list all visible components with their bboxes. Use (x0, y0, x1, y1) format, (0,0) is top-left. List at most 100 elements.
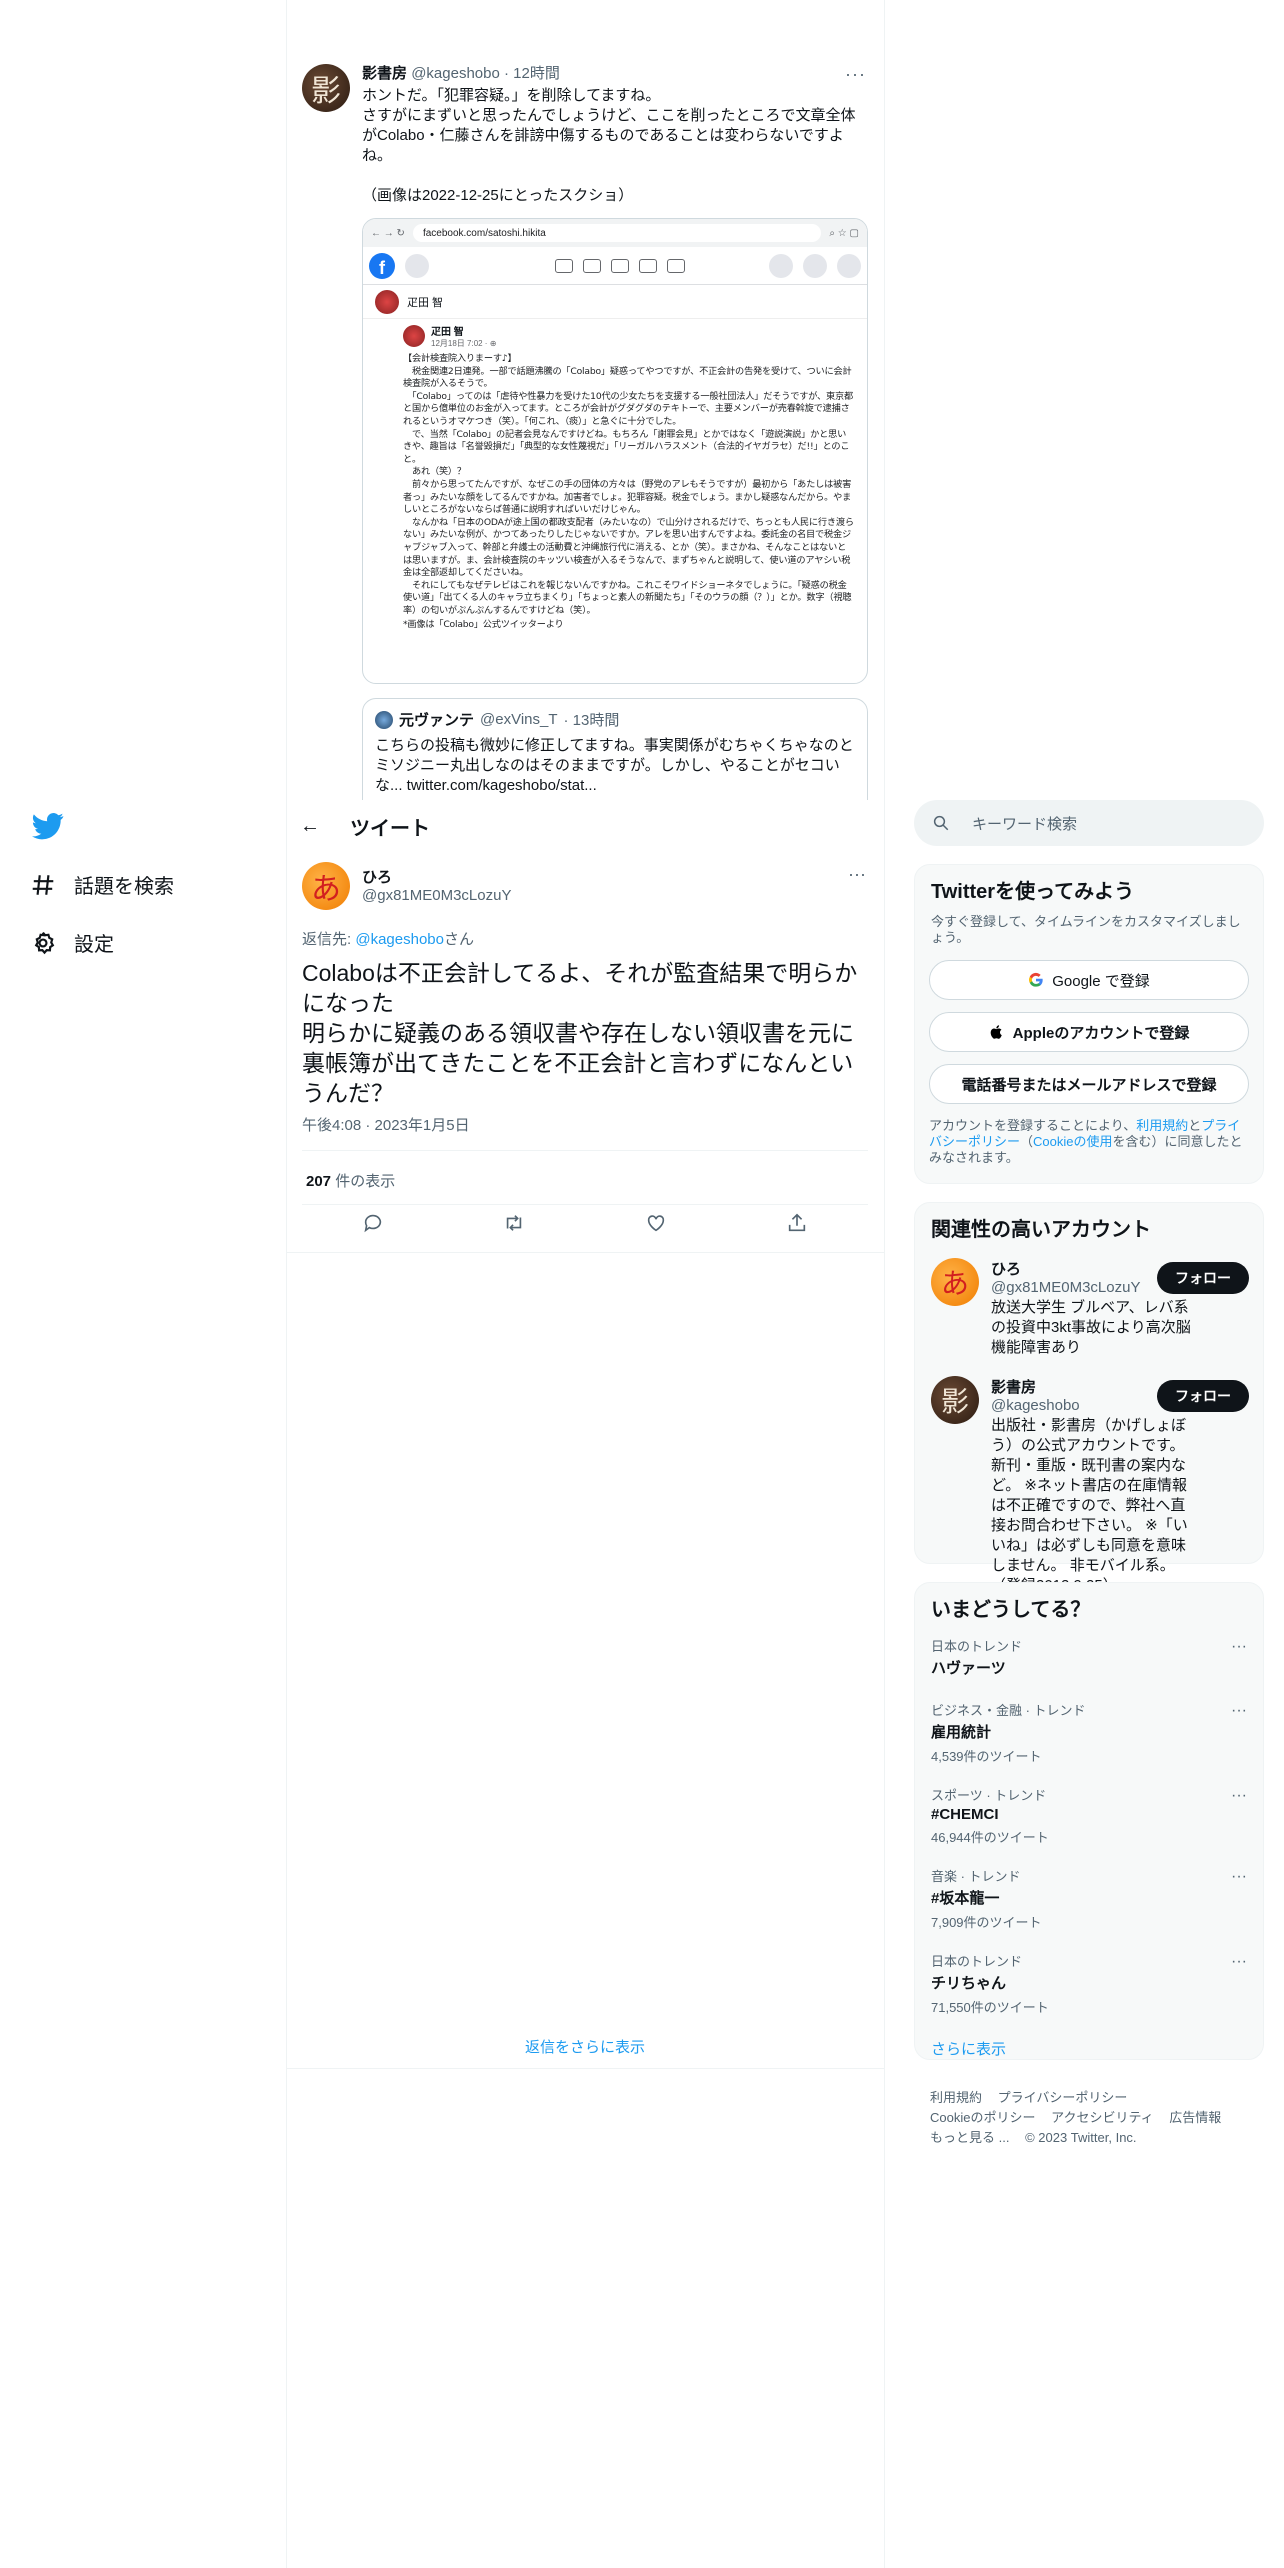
footer-ads-link[interactable]: 広告情報 (1169, 2110, 1221, 2125)
reply-icon[interactable] (362, 1212, 384, 1234)
related-account[interactable]: あ ひろ @gx81ME0M3cLozuY 放送大学生 ブルベア、レバ系の投資中… (915, 1258, 1263, 1358)
avatar (403, 325, 425, 347)
tweet-time[interactable]: · 12時間 (504, 65, 560, 82)
nav-explore[interactable]: 話題を検索 (30, 870, 174, 899)
avatar-char: 影 (940, 1385, 969, 1418)
trend-name: チリちゃん (931, 1975, 1007, 1992)
hashtag-icon (32, 874, 54, 895)
watch-icon (611, 258, 630, 273)
tos-paren: （ (1020, 1134, 1034, 1149)
footer-accessibility-link[interactable]: アクセシビリティ (1051, 2110, 1154, 2125)
phone-email-signup-label: 電話番号またはメールアドレスで登録 (961, 1076, 1217, 1094)
column-divider-right (884, 0, 885, 2568)
nav-explore-label: 話題を検索 (74, 876, 174, 898)
plus-icon (769, 253, 793, 278)
tweet-timestamp[interactable]: 午後4:08 · 2023年1月5日 (302, 1114, 470, 1135)
post-date: 12月18日 7:02 · ⊕ (431, 339, 497, 348)
google-signup-label: Google で登録 (1052, 972, 1150, 990)
tweet-text: ホントだ。「犯罪容疑。」を削除してますね。 さすがにまずいと思ったんでしょうけど… (362, 87, 856, 204)
gear-icon (34, 931, 55, 954)
related-account[interactable]: 影 影書房 @kageshobo 出版社・影書房（かげしょぼう）の公式アカウント… (915, 1376, 1263, 1596)
tweet-text: Colaboは不正会計してるよ、それが監査結果で明らかになった 明らかに疑義のあ… (302, 960, 858, 1106)
avatar-char: 影 (311, 74, 341, 109)
more-options-icon[interactable]: ··· (1231, 1868, 1247, 1886)
terms-link[interactable]: 利用規約 (1136, 1118, 1188, 1133)
related-accounts-card: 関連性の高いアカウント あ ひろ @gx81ME0M3cLozuY 放送大学生 … (914, 1202, 1264, 1594)
trend-item[interactable]: スポーツ · トレンド #CHEMCI 46,944件のツイート ··· (915, 1785, 1263, 1846)
avatar[interactable]: 影 (302, 64, 350, 112)
footer-privacy-link[interactable]: プライバシーポリシー (998, 2090, 1128, 2105)
profile-header: 疋田 智 (363, 285, 867, 319)
google-icon (1029, 972, 1043, 987)
show-more-trends-link[interactable]: さらに表示 (915, 2038, 1263, 2059)
follow-button[interactable]: フォロー (1157, 1380, 1249, 1412)
tweet-author-handle[interactable]: @kageshobo (411, 65, 500, 82)
browser-toolbar-icons: ⌕ ☆ ▢ (829, 227, 859, 239)
more-options-icon[interactable]: ··· (1231, 1953, 1247, 1971)
show-more-replies-link[interactable]: 返信をさらに表示 (286, 2036, 884, 2057)
avatar[interactable]: あ (302, 862, 350, 910)
trend-item[interactable]: 日本のトレンド ハヴァーツ ··· (915, 1636, 1263, 1678)
tweet-actions (302, 1212, 868, 1234)
tweet-author-name[interactable]: 影書房 (362, 65, 407, 82)
back-arrow-icon[interactable]: ← (300, 815, 320, 838)
more-options-icon[interactable]: ··· (1231, 1787, 1247, 1805)
more-options-icon[interactable]: ··· (1231, 1702, 1247, 1720)
search-input[interactable]: キーワード検索 (972, 813, 1077, 834)
related-title: 関連性の高いアカウント (931, 1219, 1151, 1241)
apple-signup-button[interactable]: Appleのアカウントで登録 (929, 1012, 1249, 1052)
trend-name: 雇用統計 (931, 1724, 992, 1741)
views-count: 207 (306, 1173, 332, 1190)
avatar-char: あ (940, 1268, 969, 1299)
phone-email-signup-button[interactable]: 電話番号またはメールアドレスで登録 (929, 1064, 1249, 1104)
author-handle[interactable]: @gx81ME0M3cLozuY (362, 887, 511, 904)
parent-tweet[interactable]: 影 ··· 影書房 @kageshobo · 12時間 ホントだ。「犯罪容疑。」… (286, 0, 884, 800)
share-icon[interactable] (786, 1212, 808, 1234)
footer-more-link[interactable]: もっと見る ... (930, 2130, 1009, 2145)
post-author: 疋田 智 (431, 327, 464, 338)
google-signup-button[interactable]: Google で登録 (929, 960, 1249, 1000)
author-name[interactable]: ひろ (362, 866, 511, 887)
follow-button[interactable]: フォロー (1157, 1262, 1249, 1294)
terms-notice: アカウントを登録することにより、利用規約とプライバシーポリシー（Cookieの使… (915, 1118, 1263, 1166)
more-options-icon[interactable]: ··· (848, 864, 866, 885)
quoted-text: こちらの投稿も微妙に修正してますね。事実関係がむちゃくちゃなのとミソジニー丸出し… (375, 737, 854, 794)
tweet-author[interactable]: あ ひろ @gx81ME0M3cLozuY (302, 862, 511, 910)
page-title: ツイート (350, 817, 430, 840)
menu-icon (667, 258, 686, 273)
more-options-icon[interactable]: ··· (1231, 1638, 1247, 1656)
retweet-icon[interactable] (503, 1212, 525, 1234)
twitter-logo-icon[interactable] (32, 810, 64, 842)
trend-item[interactable]: 音楽 · トレンド #坂本龍一 7,909件のツイート ··· (915, 1866, 1263, 1931)
marketplace-icon (639, 258, 658, 273)
facebook-post: 疋田 智 12月18日 7:02 · ⊕ 【会計検査院入りまーす♪】 税金関連2… (403, 323, 855, 632)
reply-prefix: 返信先: (302, 931, 356, 948)
trends-card: いまどうしてる？ 日本のトレンド ハヴァーツ ··· ビジネス・金融 · トレン… (914, 1582, 1264, 2060)
avatar[interactable]: あ (931, 1258, 979, 1306)
nav-settings[interactable]: 設定 (30, 928, 114, 957)
profile-owner-name: 疋田 智 (407, 296, 444, 309)
search-bar[interactable]: キーワード検索 (914, 800, 1264, 846)
trend-item[interactable]: ビジネス・金融 · トレンド 雇用統計 4,539件のツイート ··· (915, 1700, 1263, 1765)
tweet-image[interactable]: ← → ↻ facebook.com/satoshi.hikita ⌕ ☆ ▢ … (362, 218, 868, 684)
quoted-time: · 13時間 (563, 712, 620, 729)
tos-and: と (1188, 1118, 1202, 1133)
account-bio: 出版社・影書房（かげしょぼう）の公式アカウントです。新刊・重版・既刊書の案内など… (991, 1417, 1188, 1594)
reply-handle-link[interactable]: @kageshobo (355, 931, 444, 948)
browser-bar: ← → ↻ facebook.com/satoshi.hikita ⌕ ☆ ▢ (363, 219, 867, 247)
trend-item[interactable]: 日本のトレンド チリちゃん 71,550件のツイート ··· (915, 1951, 1263, 2016)
like-icon[interactable] (645, 1212, 667, 1234)
footer-terms-link[interactable]: 利用規約 (930, 2090, 982, 2105)
account-bio: 放送大学生 ブルベア、レバ系の投資中3kt事故により高次脳機能障害あり (991, 1299, 1191, 1356)
tos-prefix: アカウントを登録することにより、 (929, 1118, 1137, 1133)
right-sidebar: キーワード検索 Twitterを使ってみよう 今すぐ登録して、タイムラインをカス… (914, 800, 1264, 2145)
avatar-char: あ (311, 873, 341, 906)
messenger-icon (803, 253, 827, 278)
quoted-tweet[interactable]: 元ヴァンテ @exVins_T · 13時間 こちらの投稿も微妙に修正してますね… (362, 698, 868, 800)
trend-category: ビジネス・金融 · トレンド (931, 1703, 1086, 1718)
cookie-use-link[interactable]: Cookieの使用 (1033, 1134, 1112, 1149)
trend-category: スポーツ · トレンド (931, 1788, 1047, 1803)
trend-count: 7,909件のツイート (931, 1915, 1042, 1930)
footer-cookie-link[interactable]: Cookieのポリシー (930, 2110, 1035, 2125)
avatar[interactable]: 影 (931, 1376, 979, 1424)
